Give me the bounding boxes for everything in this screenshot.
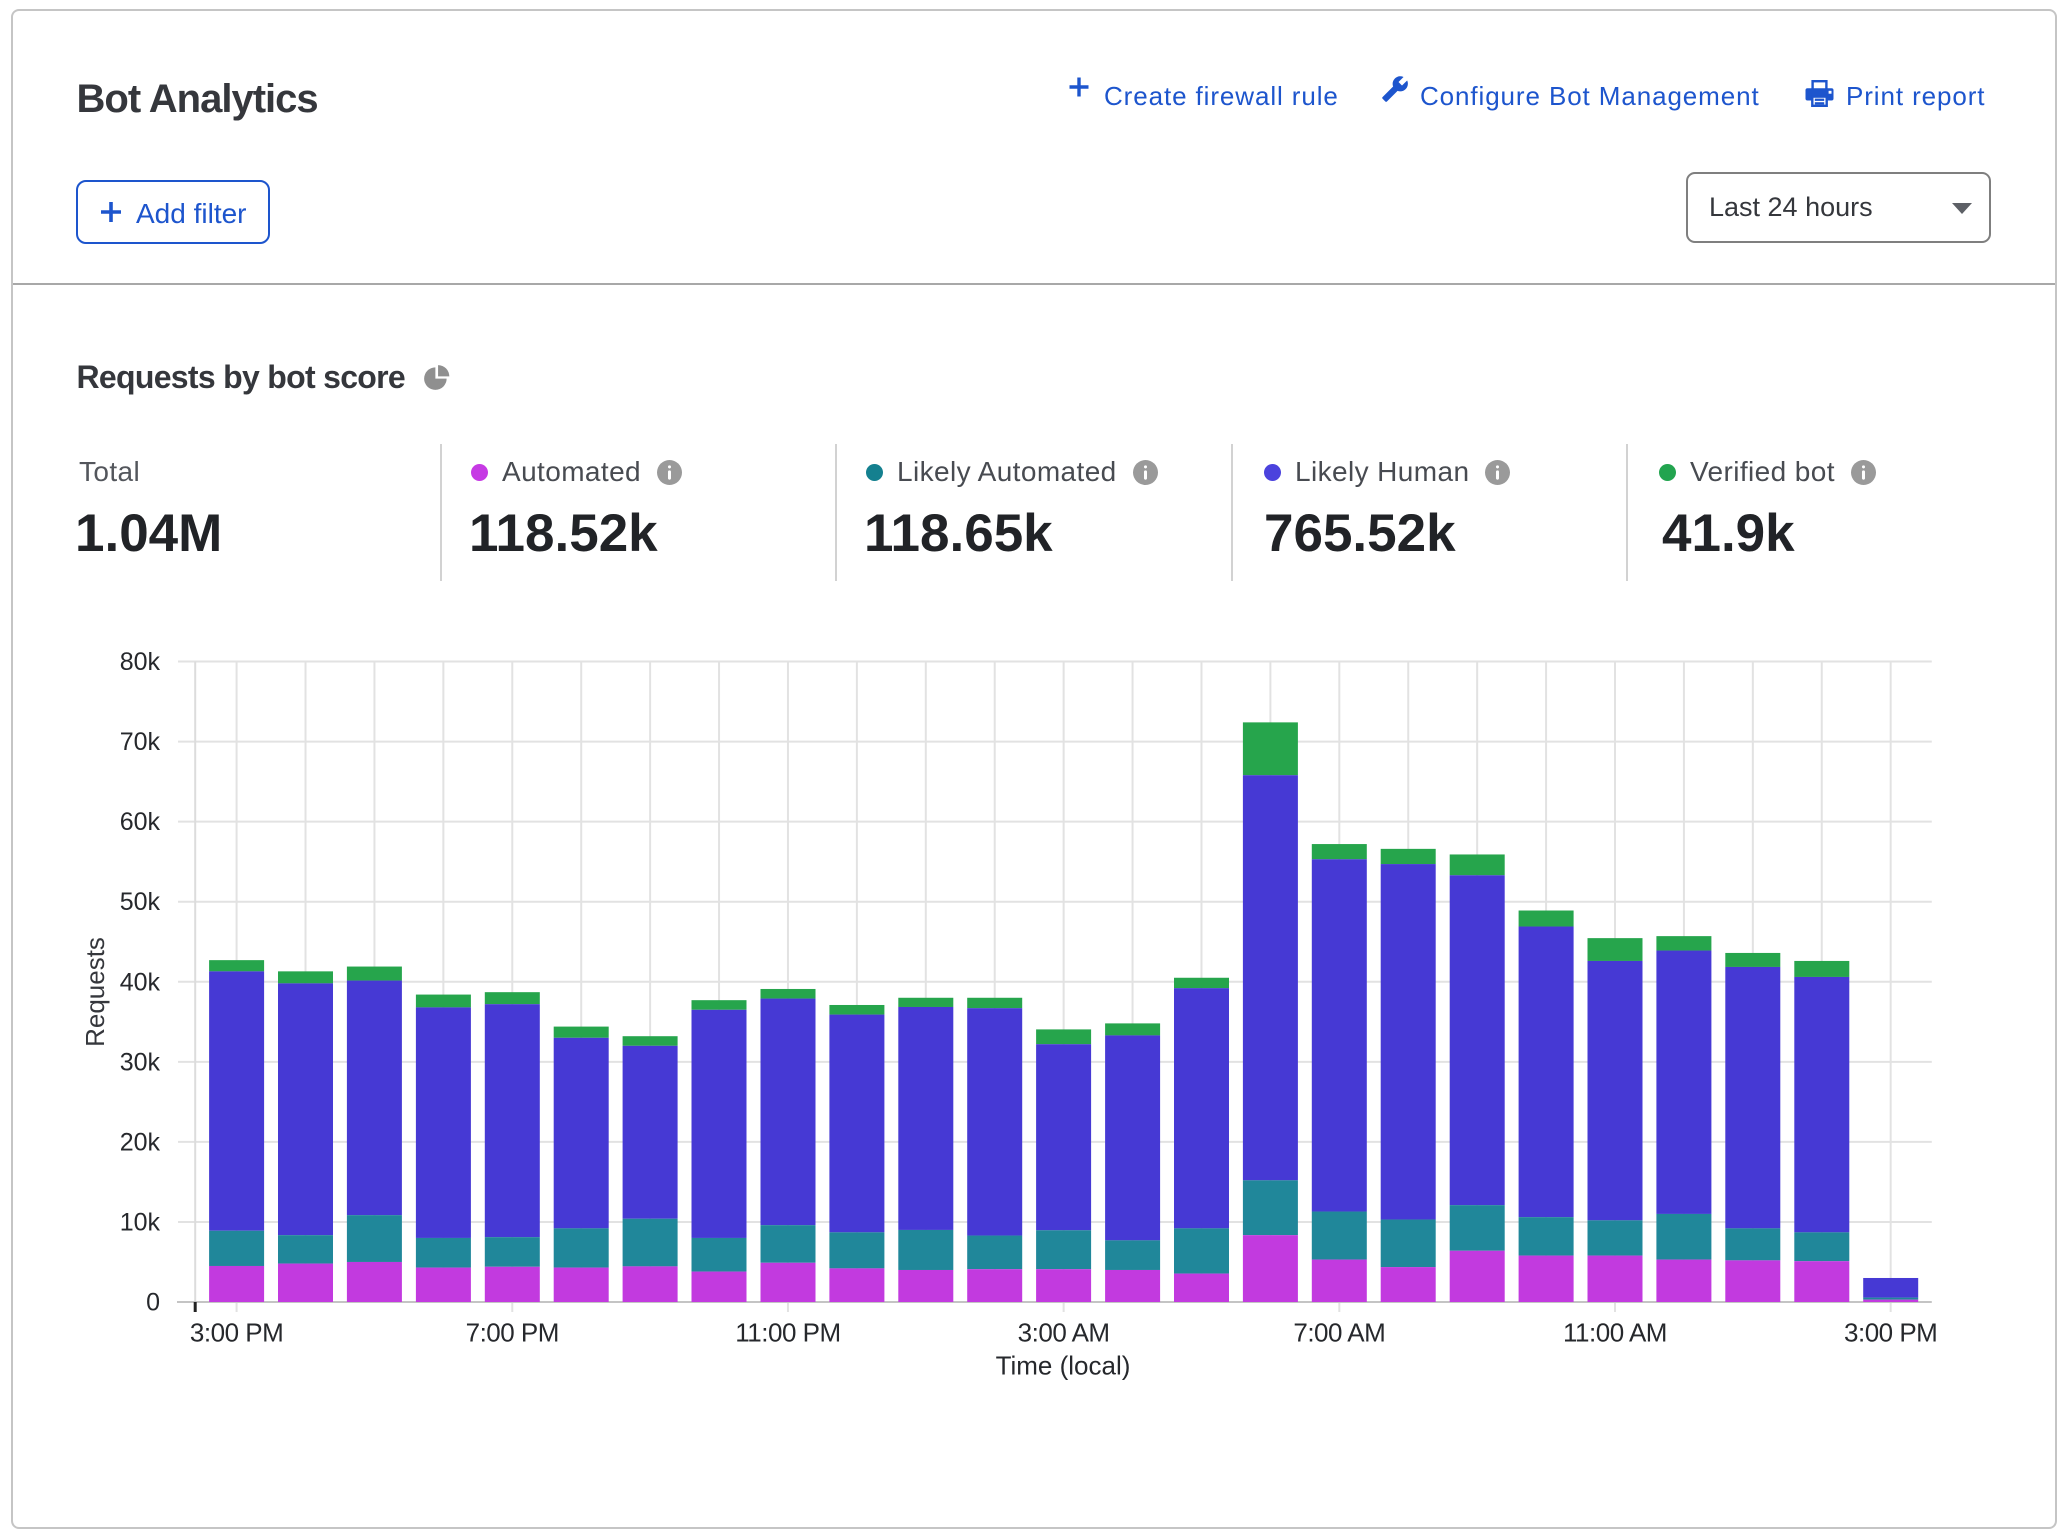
svg-text:11:00 AM: 11:00 AM xyxy=(1563,1318,1667,1348)
svg-text:40k: 40k xyxy=(120,968,161,996)
svg-text:60k: 60k xyxy=(120,808,161,836)
svg-text:3:00 AM: 3:00 AM xyxy=(1018,1318,1110,1348)
svg-text:30k: 30k xyxy=(120,1048,161,1076)
svg-text:7:00 PM: 7:00 PM xyxy=(466,1318,559,1348)
svg-text:3:00 PM: 3:00 PM xyxy=(1844,1318,1937,1348)
svg-text:Time (local): Time (local) xyxy=(996,1351,1131,1381)
svg-text:0: 0 xyxy=(146,1289,160,1317)
svg-text:20k: 20k xyxy=(120,1128,161,1156)
svg-text:10k: 10k xyxy=(120,1208,161,1236)
svg-text:3:00 PM: 3:00 PM xyxy=(190,1318,283,1348)
svg-text:50k: 50k xyxy=(120,888,161,916)
svg-text:11:00 PM: 11:00 PM xyxy=(735,1318,840,1348)
svg-text:Requests: Requests xyxy=(80,937,110,1047)
svg-text:70k: 70k xyxy=(120,728,161,756)
svg-text:7:00 AM: 7:00 AM xyxy=(1293,1318,1385,1348)
svg-text:80k: 80k xyxy=(120,648,161,676)
